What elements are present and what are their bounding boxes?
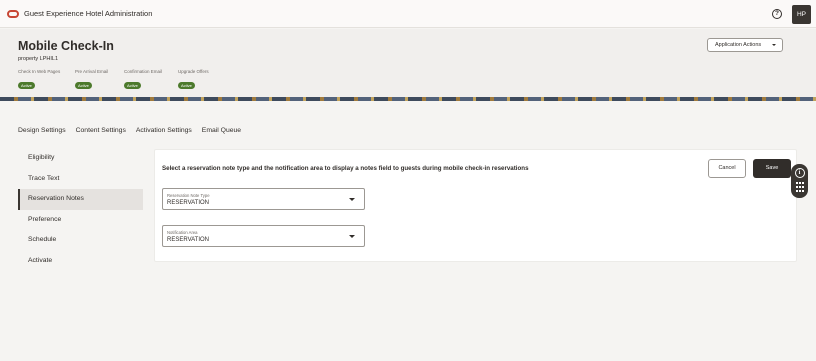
app-title: Guest Experience Hotel Administration xyxy=(24,9,153,18)
dropdown-arrow-icon xyxy=(349,198,355,201)
save-button[interactable]: Save xyxy=(753,159,791,178)
status-label: Upgrade Offers xyxy=(178,69,209,74)
field-value: RESERVATION xyxy=(167,199,210,206)
status-confirmation-email: Confirmation Email Active xyxy=(124,69,162,92)
reservation-note-type-select[interactable]: Reservation Note Type RESERVATION xyxy=(162,188,365,210)
status-badge: Active xyxy=(178,82,195,89)
notification-area-select[interactable]: Notification Area RESERVATION xyxy=(162,225,365,247)
nav-item-reservation-notes[interactable]: Reservation Notes xyxy=(18,189,143,210)
status-pre-arrival-email: Pre Arrival Email Active xyxy=(75,69,108,92)
field-label: Notification Area xyxy=(167,229,198,235)
floating-toolbar: i xyxy=(791,164,808,198)
nav-item-preference[interactable]: Preference xyxy=(18,210,143,231)
tab-content-settings[interactable]: Content Settings xyxy=(76,127,126,134)
status-upgrade-offers: Upgrade Offers Active xyxy=(178,69,209,92)
dropdown-arrow-icon xyxy=(349,235,355,238)
status-badge: Active xyxy=(124,82,141,89)
oracle-logo-icon[interactable] xyxy=(7,10,19,18)
chevron-down-icon xyxy=(772,44,776,46)
grid-icon[interactable] xyxy=(795,182,804,192)
application-actions-button[interactable]: Application Actions xyxy=(707,38,783,52)
nav-item-schedule[interactable]: Schedule xyxy=(18,230,143,251)
tab-email-queue[interactable]: Email Queue xyxy=(202,127,241,134)
field-value: RESERVATION xyxy=(167,236,210,243)
user-avatar[interactable]: HP xyxy=(792,5,811,24)
status-label: Check In Web Pages xyxy=(18,69,61,74)
info-icon[interactable]: i xyxy=(794,168,805,178)
status-label: Pre Arrival Email xyxy=(75,69,109,74)
settings-tabs: Design Settings Content Settings Activat… xyxy=(18,127,251,134)
side-nav: Eligibility Trace Text Reservation Notes… xyxy=(18,148,143,271)
help-icon[interactable]: ? xyxy=(772,9,782,19)
nav-item-eligibility[interactable]: Eligibility xyxy=(18,148,143,169)
decorative-banner xyxy=(0,97,816,101)
field-label: Reservation Note Type xyxy=(167,192,210,198)
top-bar: Guest Experience Hotel Administration ? … xyxy=(0,0,816,28)
status-label: Confirmation Email xyxy=(124,69,163,74)
instruction-text: Select a reservation note type and the n… xyxy=(162,165,529,172)
status-badge: Active xyxy=(18,82,35,89)
cancel-button[interactable]: Cancel xyxy=(708,159,746,178)
nav-item-trace-text[interactable]: Trace Text xyxy=(18,169,143,190)
nav-item-activate[interactable]: Activate xyxy=(18,251,143,272)
status-badge: Active xyxy=(75,82,92,89)
tab-activation-settings[interactable]: Activation Settings xyxy=(136,127,192,134)
tab-design-settings[interactable]: Design Settings xyxy=(18,127,66,134)
status-check-in-web-pages: Check In Web Pages Active xyxy=(18,69,60,92)
application-actions-label: Application Actions xyxy=(715,42,762,48)
property-label: property LPHIL1 xyxy=(18,56,59,62)
page-header: Mobile Check-In property LPHIL1 Check In… xyxy=(0,29,816,97)
page-title: Mobile Check-In xyxy=(18,39,114,53)
reservation-notes-card: Select a reservation note type and the n… xyxy=(154,149,797,262)
